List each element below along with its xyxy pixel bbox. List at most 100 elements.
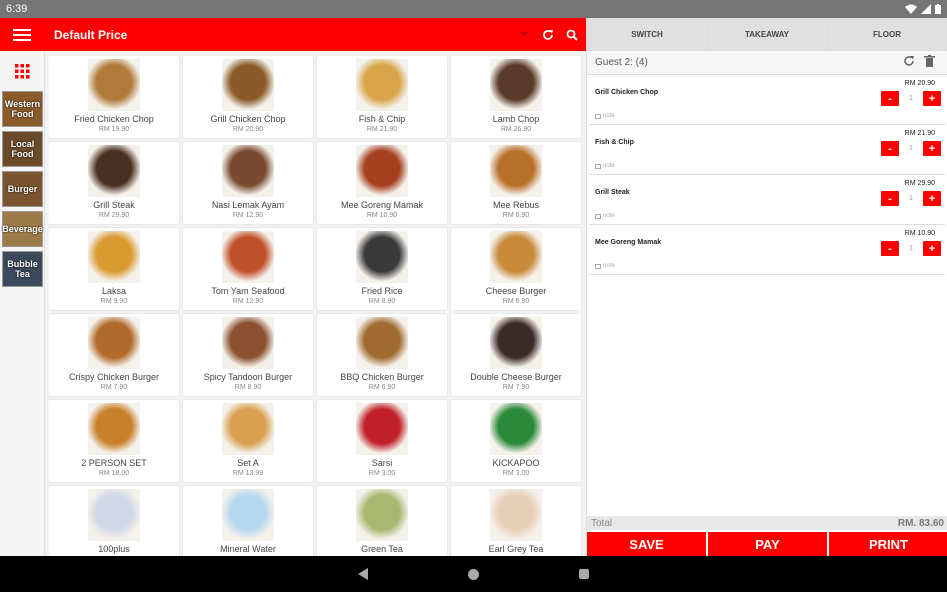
decrease-button[interactable]: - xyxy=(881,141,899,156)
product-name: 2 PERSON SET xyxy=(81,458,147,468)
search-icon[interactable] xyxy=(562,18,582,51)
increase-button[interactable]: + xyxy=(923,141,941,156)
order-item[interactable]: Mee Goreng Mamak RM 10.90- 1 + note xyxy=(589,225,945,275)
dropdown-arrow-icon[interactable] xyxy=(514,18,534,51)
action-bar: SAVE PAY PRINT xyxy=(587,532,947,556)
product-price: RM 6.90 xyxy=(368,384,396,391)
print-button[interactable]: PRINT xyxy=(829,532,947,556)
product-card[interactable]: Fried Chicken Chop RM 19.90 xyxy=(49,56,179,138)
product-name: Cheese Burger xyxy=(485,286,547,296)
product-card[interactable]: Nasi Lemak Ayam RM 12.90 xyxy=(183,142,313,224)
product-card[interactable]: Fried Rice RM 8.90 xyxy=(317,228,447,310)
product-card[interactable]: Earl Grey Tea xyxy=(451,486,581,556)
order-item[interactable]: Grill Steak RM 29.90- 1 + note xyxy=(589,175,945,225)
order-mode-tabs: SWITCH TAKEAWAY FLOOR xyxy=(587,18,947,51)
product-price: RM 13.99 xyxy=(232,470,264,477)
product-card[interactable]: Mineral Water xyxy=(183,486,313,556)
product-image xyxy=(88,59,140,111)
takeaway-button[interactable]: TAKEAWAY xyxy=(708,19,826,50)
category-item[interactable]: Beverage xyxy=(2,211,43,247)
product-name: 100plus xyxy=(98,544,130,554)
product-card[interactable]: Set A RM 13.99 xyxy=(183,400,313,482)
save-button[interactable]: SAVE xyxy=(587,532,706,556)
product-card[interactable]: 2 PERSON SET RM 18.00 xyxy=(49,400,179,482)
product-price: RM 21.90 xyxy=(366,126,398,133)
category-item[interactable]: Bubble Tea xyxy=(2,251,43,287)
product-grid: Fried Chicken Chop RM 19.90 Grill Chicken … xyxy=(49,56,582,556)
product-name: Laksa xyxy=(101,286,127,296)
product-card[interactable]: Tom Yam Seafood RM 12.90 xyxy=(183,228,313,310)
product-name: Fried Rice xyxy=(361,286,403,296)
product-price: RM 7.90 xyxy=(502,384,530,391)
increase-button[interactable]: + xyxy=(923,191,941,206)
product-name: BBQ Chicken Burger xyxy=(340,372,424,382)
menu-icon[interactable] xyxy=(0,18,44,51)
order-item-note[interactable]: note xyxy=(595,163,615,169)
price-list-selector[interactable]: Default Price xyxy=(54,28,514,42)
wifi-icon xyxy=(905,4,917,14)
product-card[interactable]: Grill Chicken Chop RM 20.90 xyxy=(183,56,313,138)
product-price: RM 18.00 xyxy=(98,470,130,477)
order-item-note[interactable]: note xyxy=(595,263,615,269)
product-name: Green Tea xyxy=(361,544,403,554)
trash-icon[interactable] xyxy=(919,55,939,70)
signal-icon xyxy=(921,4,931,14)
home-icon[interactable] xyxy=(468,568,479,580)
refresh-order-icon[interactable] xyxy=(899,55,919,70)
product-card[interactable]: BBQ Chicken Burger RM 6.90 xyxy=(317,314,447,396)
category-item[interactable]: Western Food xyxy=(2,91,43,127)
product-image xyxy=(490,317,542,369)
product-card[interactable]: Crispy Chicken Burger RM 7.90 xyxy=(49,314,179,396)
order-item[interactable]: Fish & Chip RM 21.90- 1 + note xyxy=(589,125,945,175)
switch-button[interactable]: SWITCH xyxy=(588,19,706,50)
note-icon xyxy=(595,113,601,119)
order-item[interactable]: Grill Chicken Chop RM 20.90- 1 + note xyxy=(589,75,945,125)
order-item-note[interactable]: note xyxy=(595,213,615,219)
product-card[interactable]: Green Tea xyxy=(317,486,447,556)
product-card[interactable]: Mee Rebus RM 6.90 xyxy=(451,142,581,224)
note-icon xyxy=(595,263,601,269)
quantity-value: 1 xyxy=(909,245,913,252)
product-name: Grill Chicken Chop xyxy=(210,114,286,124)
order-item-price: RM 29.90 xyxy=(904,180,935,187)
product-price: RM 12.90 xyxy=(232,212,264,219)
product-card[interactable]: KICKAPOO RM 3.00 xyxy=(451,400,581,482)
product-name: Earl Grey Tea xyxy=(488,544,544,554)
grid-view-icon[interactable] xyxy=(0,51,45,91)
category-item[interactable]: Burger xyxy=(2,171,43,207)
toolbar: Default Price xyxy=(0,18,586,51)
back-icon[interactable] xyxy=(358,568,368,580)
product-card[interactable]: Sarsi RM 3.00 xyxy=(317,400,447,482)
product-card[interactable]: Grill Steak RM 29.90 xyxy=(49,142,179,224)
product-card[interactable]: Cheese Burger RM 6.90 xyxy=(451,228,581,310)
order-item-note[interactable]: note xyxy=(595,113,615,119)
product-card[interactable]: Laksa RM 9.90 xyxy=(49,228,179,310)
category-item[interactable]: Local Food xyxy=(2,131,43,167)
product-image xyxy=(356,403,408,455)
product-image xyxy=(356,145,408,197)
refresh-icon[interactable] xyxy=(538,18,558,51)
product-card[interactable]: Lamb Chop RM 26.90 xyxy=(451,56,581,138)
note-label: note xyxy=(603,113,615,119)
product-card[interactable]: Fish & Chip RM 21.90 xyxy=(317,56,447,138)
decrease-button[interactable]: - xyxy=(881,191,899,206)
product-card[interactable]: Mee Goreng Mamak RM 10.90 xyxy=(317,142,447,224)
decrease-button[interactable]: - xyxy=(881,91,899,106)
android-nav-bar xyxy=(0,556,947,592)
product-card[interactable]: Spicy Tandoori Burger RM 8.90 xyxy=(183,314,313,396)
product-image xyxy=(88,489,140,541)
order-item-price: RM 21.90 xyxy=(904,130,935,137)
recents-icon[interactable] xyxy=(579,569,589,579)
quantity-stepper: - 1 + xyxy=(881,141,941,156)
product-name: Tom Yam Seafood xyxy=(211,286,285,296)
product-card[interactable]: 100plus xyxy=(49,486,179,556)
product-image xyxy=(222,489,274,541)
pay-button[interactable]: PAY xyxy=(708,532,827,556)
increase-button[interactable]: + xyxy=(923,91,941,106)
floor-button[interactable]: FLOOR xyxy=(828,19,946,50)
product-card[interactable]: Double Cheese Burger RM 7.90 xyxy=(451,314,581,396)
product-image xyxy=(88,403,140,455)
decrease-button[interactable]: - xyxy=(881,241,899,256)
product-name: Lamb Chop xyxy=(492,114,540,124)
increase-button[interactable]: + xyxy=(923,241,941,256)
